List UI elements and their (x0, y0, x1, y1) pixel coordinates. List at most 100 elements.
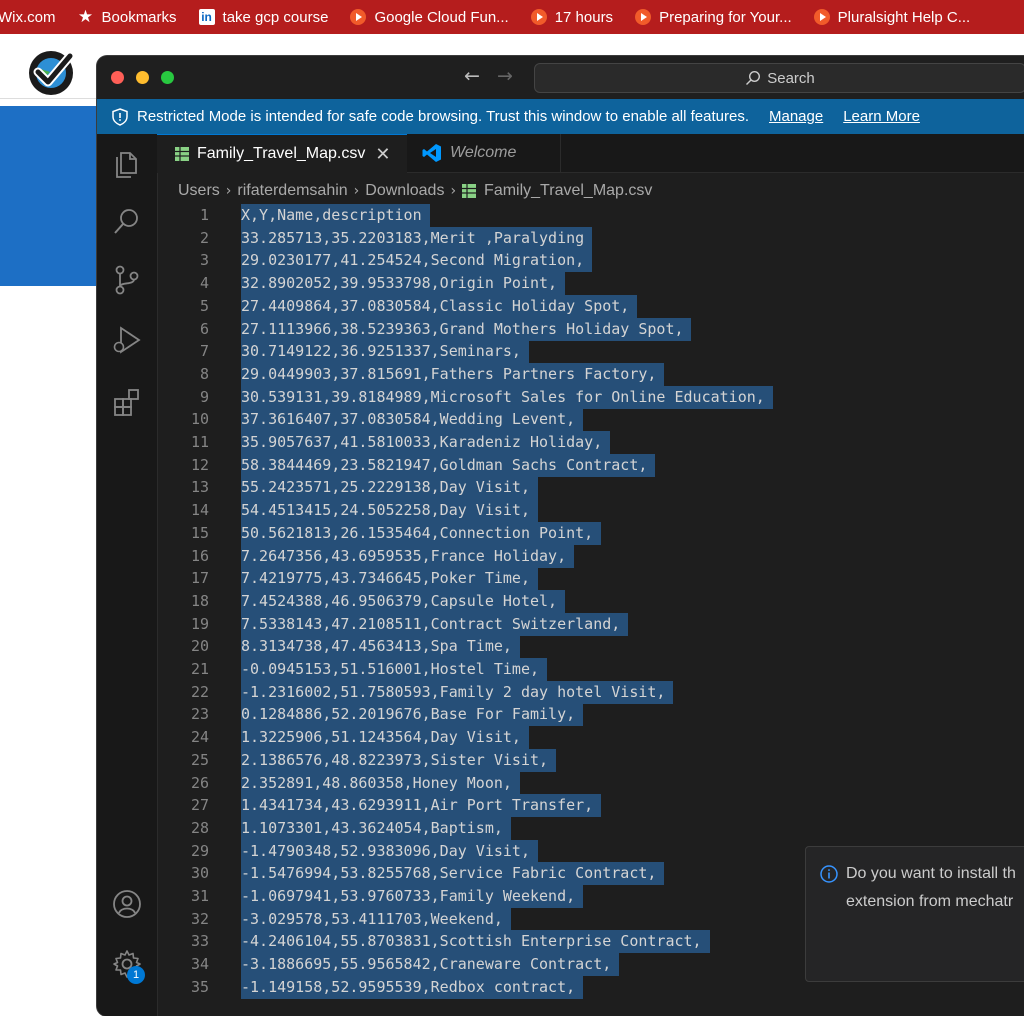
code-text: 50.5621813,26.1535464,Connection Point, (241, 523, 594, 542)
code-line: 17 7.4219775,43.7346645,Poker Time, (157, 567, 1024, 591)
code-text: 2.1386576,48.8223973,Sister Visit, (241, 750, 549, 769)
breadcrumb-item[interactable]: Family_Travel_Map.csv (484, 182, 652, 200)
code-line: 16 7.2647356,43.6959535,France Holiday, (157, 544, 1024, 568)
line-number: 25 (190, 750, 209, 769)
command-center-search[interactable]: Search (534, 63, 1024, 93)
code-text: 2.352891,48.860358,Honey Moon, (241, 773, 512, 792)
code-text: 30.539131,39.8184989,Microsoft Sales for… (241, 387, 765, 406)
code-text: 7.4524388,46.9506379,Capsule Hotel, (241, 591, 558, 610)
manage-link[interactable]: Manage (769, 108, 823, 125)
restricted-mode-message: Restricted Mode is intended for safe cod… (137, 108, 749, 125)
code-line: 2 33.285713,35.2203183,Merit ,Paralyding (157, 226, 1024, 250)
notification-text-line2: extension from mechatr (846, 893, 1014, 910)
minimize-window-button[interactable] (136, 71, 149, 84)
code-text: 7.5338143,47.2108511,Contract Switzerlan… (241, 614, 621, 633)
search-icon[interactable] (111, 206, 143, 238)
code-line: 13 55.2423571,25.2229138,Day Visit, (157, 476, 1024, 500)
code-text: 58.3844469,23.5821947,Goldman Sachs Cont… (241, 455, 648, 474)
line-number: 5 (199, 296, 209, 315)
bookmarks-bar: Wix.com ★ Bookmarks in take gcp course Google… (0, 0, 1024, 34)
extensions-icon[interactable] (111, 386, 143, 418)
line-number: 7 (199, 342, 209, 361)
bookmark-label: 17 hours (554, 8, 614, 26)
line-number: 3 (199, 251, 209, 270)
star-icon: ★ (77, 7, 94, 26)
line-number: 34 (190, 955, 209, 974)
code-line: 25 2.1386576,48.8223973,Sister Visit, (157, 748, 1024, 772)
bookmark-item[interactable]: ★ Bookmarks (77, 7, 177, 26)
title-bar: ← → Search (97, 56, 1024, 98)
line-number: 27 (190, 796, 209, 815)
code-line: 11 35.9057637,41.5810033,Karadeniz Holida… (157, 431, 1024, 454)
code-text: 55.2423571,25.2229138,Day Visit, (241, 478, 530, 497)
code-text: -1.5476994,53.8255768,Service Fabric Con… (241, 864, 657, 883)
line-number: 23 (190, 705, 209, 724)
line-number: 26 (190, 773, 209, 792)
back-arrow-icon[interactable]: ← (464, 65, 480, 87)
maximize-window-button[interactable] (161, 71, 174, 84)
shield-icon (112, 107, 128, 126)
bookmark-item[interactable]: Google Cloud Fun... (350, 9, 509, 26)
tab-welcome[interactable]: Welcome (408, 134, 561, 172)
account-icon[interactable] (111, 888, 143, 920)
bookmark-label: Wix.com (0, 8, 56, 26)
code-line: 18 7.4524388,46.9506379,Capsule Hotel, (157, 589, 1024, 613)
code-line: 4 32.8902052,39.9533798,Origin Point, (157, 272, 1024, 296)
chevron-right-icon: › (450, 183, 457, 199)
line-number: 30 (190, 864, 209, 883)
pluralsight-icon (813, 9, 830, 25)
bookmark-label: Bookmarks (101, 8, 177, 26)
site-logo-icon (29, 51, 75, 95)
code-text: 35.9057637,41.5810033,Karadeniz Holiday, (241, 433, 603, 451)
line-number: 33 (190, 932, 209, 951)
breadcrumb-item[interactable]: rifaterdemsahin (237, 182, 347, 200)
line-number: 28 (190, 818, 209, 837)
line-number: 6 (199, 319, 209, 338)
code-text: -4.2406104,55.8703831,Scottish Enterpris… (241, 932, 702, 951)
bookmark-item[interactable]: in take gcp course (198, 9, 328, 26)
code-text: 37.3616407,37.0830584,Wedding Levent, (241, 410, 576, 429)
editor-tabs: Family_Travel_Map.csv ✕ Welcome (157, 134, 1024, 173)
pluralsight-icon (350, 9, 367, 25)
line-number: 19 (190, 614, 209, 633)
line-number: 12 (190, 455, 209, 474)
close-tab-icon[interactable]: ✕ (375, 144, 390, 165)
line-number: 21 (190, 660, 209, 678)
code-text: 1.4341734,43.6293911,Air Port Transfer, (241, 796, 594, 815)
line-number: 22 (190, 682, 209, 701)
tab-label: Family_Travel_Map.csv (197, 145, 366, 162)
code-line: 21 -0.0945153,51.516001,Hostel Time, (157, 658, 1024, 681)
learn-more-link[interactable]: Learn More (843, 108, 920, 125)
code-line: 22 -1.2316002,51.7580593,Family 2 day hot… (157, 680, 1024, 704)
source-control-icon[interactable] (111, 264, 143, 296)
line-number: 29 (190, 841, 209, 860)
breadcrumb-item[interactable]: Downloads (365, 182, 444, 200)
code-text: 7.4219775,43.7346645,Poker Time, (241, 569, 530, 588)
bookmark-item[interactable]: 17 hours (530, 8, 614, 26)
code-text: -1.0697941,53.9760733,Family Weekend, (241, 887, 576, 905)
tab-family-travel-map[interactable]: Family_Travel_Map.csv ✕ (157, 134, 407, 173)
close-window-button[interactable] (111, 71, 124, 84)
code-line: 19 7.5338143,47.2108511,Contract Switzerl… (157, 612, 1024, 636)
code-text: 27.4409864,37.0830584,Classic Holiday Sp… (241, 296, 630, 315)
line-number: 11 (190, 433, 209, 451)
code-line: 24 1.3225906,51.1243564,Day Visit, (157, 726, 1024, 750)
code-text: 29.0449903,37.815691,Fathers Partners Fa… (241, 364, 657, 383)
run-debug-icon[interactable] (111, 324, 143, 356)
bookmark-item[interactable]: Pluralsight Help C... (813, 8, 971, 26)
code-text: -1.4790348,52.9383096,Day Visit, (241, 841, 530, 860)
pluralsight-icon (635, 9, 652, 25)
code-text: -3.1886695,55.9565842,Craneware Contract… (241, 955, 612, 974)
code-line: 5 27.4409864,37.0830584,Classic Holiday S… (157, 294, 1024, 318)
code-text: 0.1284886,52.2019676,Base For Family, (241, 705, 576, 724)
files-icon[interactable] (111, 148, 143, 180)
line-number: 18 (190, 591, 209, 610)
forward-arrow-icon[interactable]: → (497, 65, 513, 87)
breadcrumb-item[interactable]: Users (178, 182, 220, 200)
bookmark-label: Pluralsight Help C... (837, 8, 971, 26)
code-line: 1 X,Y,Name,description (157, 204, 1024, 227)
bookmark-item[interactable]: Preparing for Your... (635, 9, 792, 26)
code-line: 14 54.4513415,24.5052258,Day Visit, (157, 499, 1024, 523)
bookmark-item[interactable]: Wix.com (0, 9, 56, 26)
code-line: 28 1.1073301,43.3624054,Baptism, (157, 816, 1024, 840)
